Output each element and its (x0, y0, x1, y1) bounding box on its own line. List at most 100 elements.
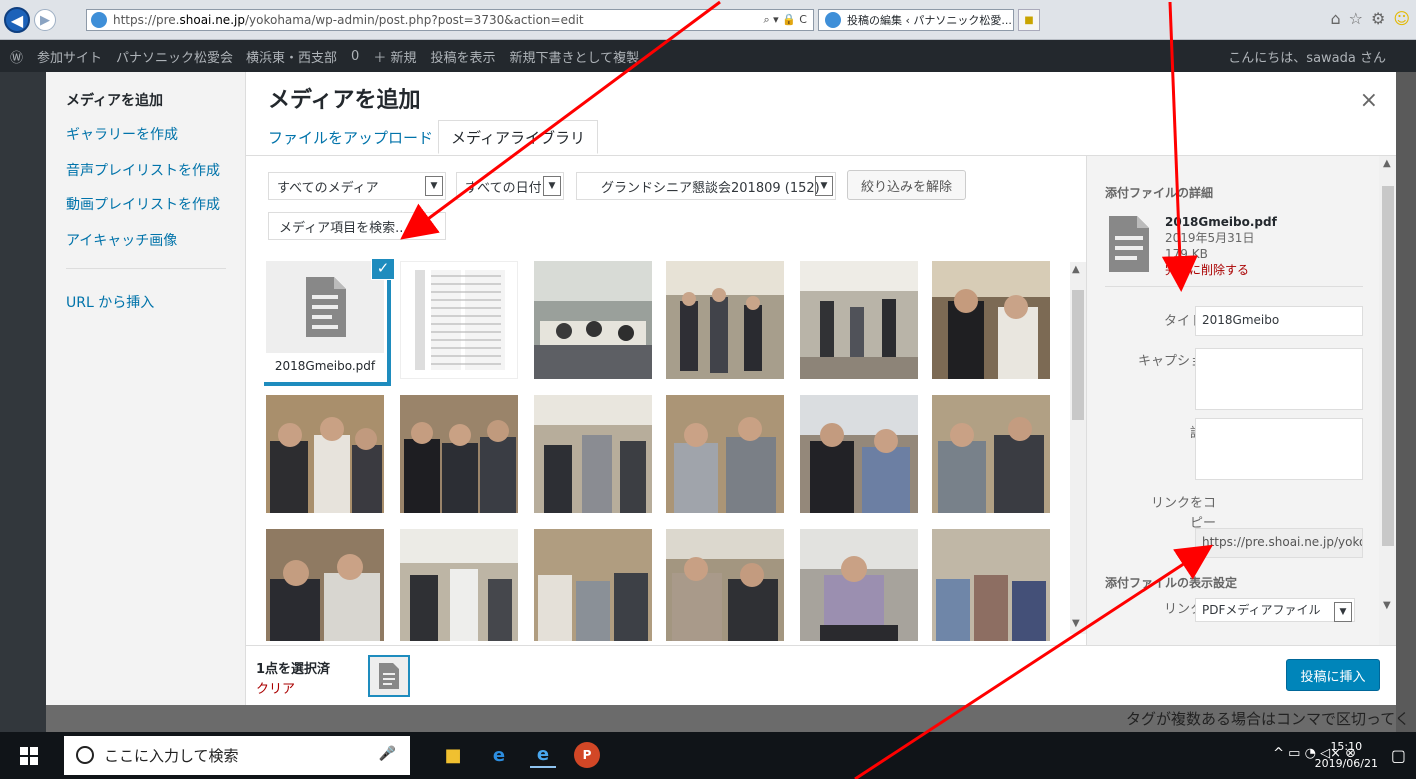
scroll-up-icon[interactable]: ▲ (1383, 158, 1391, 169)
document-icon (1109, 216, 1149, 272)
windows-start-icon[interactable] (20, 747, 38, 765)
scroll-down-icon[interactable]: ▼ (1383, 600, 1391, 611)
media-type-value: すべてのメディア (277, 180, 379, 196)
windows-taskbar: ここに入力して検索 🎤 ■ e e P ^ ▭ ◔ ◁× ⊗ 15:10 201… (0, 732, 1416, 779)
internet-explorer-icon[interactable]: e (530, 742, 556, 768)
modal-title: メディアを追加 (268, 88, 421, 113)
media-type-filter[interactable]: すべてのメディア ▼ (268, 172, 446, 200)
photo-thumb[interactable] (932, 261, 1050, 379)
insert-into-post-button[interactable]: 投稿に挿入 (1286, 659, 1380, 691)
selected-thumbnail[interactable] (368, 655, 410, 697)
clock-time: 15:10 (1330, 740, 1363, 753)
admin-bar-sites[interactable]: 参加サイト (37, 47, 102, 66)
back-arrow-icon[interactable]: ◀ (4, 7, 30, 33)
menu-insert-from-url[interactable]: URL から挿入 (66, 292, 154, 312)
photo-thumb[interactable] (400, 395, 518, 513)
menu-audio-playlist[interactable]: 音声プレイリストを作成 (66, 160, 220, 180)
favorites-star-icon[interactable]: ☆ (1349, 9, 1363, 28)
menu-video-playlist[interactable]: 動画プレイリストを作成 (66, 194, 220, 214)
admin-bar-greeting[interactable]: こんにちは、sawada さん (1228, 47, 1386, 66)
browser-tab[interactable]: 投稿の編集 ‹ パナソニック松愛... × (818, 9, 1014, 31)
microphone-icon[interactable]: 🎤 (379, 746, 396, 762)
settings-gear-icon[interactable]: ⚙ (1371, 9, 1385, 28)
chevron-down-icon: ▼ (1334, 602, 1352, 622)
tab-media-library[interactable]: メディアライブラリ (438, 120, 598, 154)
attachment-list-image[interactable] (400, 261, 518, 379)
admin-bar-duplicate[interactable]: 新規下書きとして複製 (509, 47, 639, 66)
clear-selection-link[interactable]: クリア (256, 678, 295, 697)
caption-field[interactable] (1195, 348, 1363, 410)
wp-admin-bar: Ⓦ 参加サイト パナソニック松愛会 横浜東・西支部 0 ＋ 新規 投稿を表示 新… (0, 40, 1416, 72)
link-to-select[interactable]: PDFメディアファイル ▼ (1195, 598, 1355, 622)
url-host: shoai.ne.jp (179, 13, 245, 27)
title-field[interactable]: 2018Gmeibo (1195, 306, 1363, 336)
media-menu: メディアを追加 ギャラリーを作成 音声プレイリストを作成 動画プレイリストを作成… (46, 72, 246, 705)
attachment-pdf[interactable]: 2018Gmeibo.pdf (266, 261, 384, 379)
tab-close-icon[interactable]: × (1012, 14, 1013, 27)
copy-link-label-line1: リンクをコ (1150, 496, 1216, 511)
grid-scrollbar[interactable]: ▲ ▼ (1070, 262, 1086, 634)
photo-thumb[interactable] (800, 395, 918, 513)
checkmark-icon[interactable]: ✓ (371, 259, 395, 280)
admin-bar-view-post[interactable]: 投稿を表示 (430, 47, 495, 66)
tab-upload-files[interactable]: ファイルをアップロード (256, 120, 445, 154)
taskbar-search-box[interactable]: ここに入力して検索 🎤 (64, 736, 410, 775)
detail-date: 2019年5月31日 (1165, 231, 1255, 245)
sidebar-scroll-thumb[interactable] (1382, 186, 1394, 546)
menu-featured-image[interactable]: アイキャッチ画像 (66, 230, 177, 250)
file-explorer-icon[interactable]: ■ (440, 742, 466, 768)
address-tools[interactable]: ⌕ ▾ 🔒 C (763, 13, 807, 27)
notification-icon[interactable]: ▢ (1391, 746, 1406, 765)
scroll-down-icon[interactable]: ▼ (1072, 618, 1080, 629)
clear-filter-button[interactable]: 絞り込みを解除 (847, 170, 966, 200)
ie-tab-icon (825, 12, 841, 28)
forward-arrow-icon[interactable]: ▶ (34, 9, 56, 31)
sidebar-scrollbar[interactable]: ▲ ▼ (1379, 156, 1396, 646)
detail-size: 179 KB (1165, 247, 1208, 261)
photo-thumb[interactable] (534, 529, 652, 641)
photo-thumb[interactable] (534, 395, 652, 513)
photo-thumb[interactable] (534, 261, 652, 379)
admin-bar-site-name[interactable]: パナソニック松愛会 横浜東・西支部 (116, 47, 337, 66)
photo-thumb[interactable] (932, 529, 1050, 641)
home-icon[interactable]: ⌂ (1330, 9, 1340, 28)
document-icon (379, 663, 399, 689)
description-field[interactable] (1195, 418, 1363, 480)
admin-bar-comments[interactable]: 0 (351, 49, 359, 64)
photo-thumb[interactable] (666, 395, 784, 513)
category-filter[interactable]: グランドシニア懇談会201809 (152) ▼ (576, 172, 836, 200)
photo-thumb[interactable] (932, 395, 1050, 513)
photo-thumb[interactable] (400, 529, 518, 641)
menu-insert-media[interactable]: メディアを追加 (66, 90, 163, 110)
category-filter-value: グランドシニア懇談会201809 (152) (601, 180, 820, 196)
grid-scroll-thumb[interactable] (1072, 290, 1084, 420)
photo-thumb[interactable] (266, 395, 384, 513)
details-separator (1105, 286, 1363, 287)
taskbar-clock[interactable]: 15:10 2019/06/21 (1315, 738, 1378, 772)
address-bar[interactable]: https://pre. shoai.ne.jp/yokohama/wp-admi… (86, 9, 814, 31)
ie-page-icon (91, 12, 107, 28)
photo-thumb[interactable] (666, 529, 784, 641)
photo-thumb[interactable] (266, 529, 384, 641)
wordpress-logo-icon[interactable]: Ⓦ (10, 47, 23, 66)
edge-browser-icon[interactable]: e (486, 742, 512, 768)
menu-create-gallery[interactable]: ギャラリーを作成 (66, 124, 178, 144)
close-icon[interactable]: × (1360, 88, 1378, 113)
tab-title: 投稿の編集 ‹ パナソニック松愛... (847, 14, 1012, 27)
taskbar-search-placeholder: ここに入力して検索 (104, 747, 239, 765)
copy-link-field[interactable]: https://pre.shoai.ne.jp/yoko (1195, 528, 1363, 558)
photo-thumb[interactable] (800, 261, 918, 379)
new-tab-icon[interactable]: ■ (1018, 9, 1040, 31)
date-filter[interactable]: すべての日付 ▼ (456, 172, 564, 200)
delete-permanently-link[interactable]: 完全に削除する (1165, 262, 1277, 278)
browser-toolbar: ◀ ▶ https://pre. shoai.ne.jp/yokohama/wp-… (0, 0, 1416, 40)
photo-thumb[interactable] (800, 529, 918, 641)
powerpoint-icon[interactable]: P (574, 742, 600, 768)
photo-thumb[interactable] (666, 261, 784, 379)
smiley-icon[interactable]: ☺ (1393, 9, 1410, 28)
admin-sidebar-dimmed (0, 72, 46, 732)
scroll-up-icon[interactable]: ▲ (1072, 264, 1080, 275)
menu-separator (66, 268, 226, 269)
admin-bar-new[interactable]: ＋ 新規 (373, 47, 416, 66)
media-search-input[interactable]: メディア項目を検索... (268, 212, 446, 240)
